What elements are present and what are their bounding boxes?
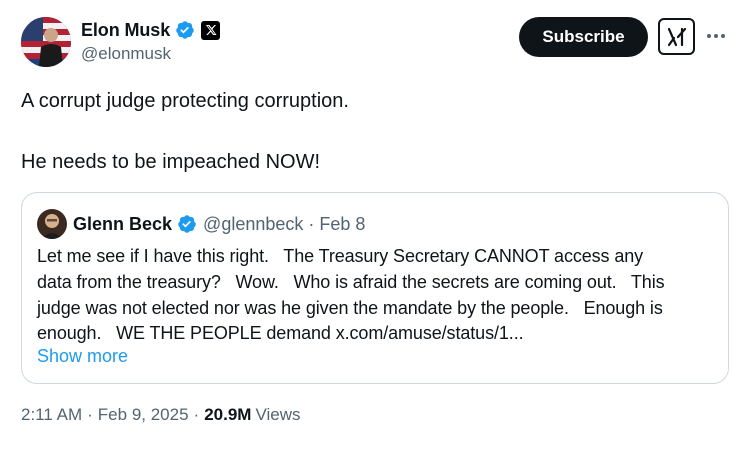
meta-separator: · (87, 405, 93, 424)
verified-badge-icon (177, 214, 197, 234)
tweet-text-line: A corrupt judge protecting corruption. (21, 90, 349, 112)
x-logo-icon[interactable] (201, 20, 221, 40)
show-more-link[interactable]: Show more (37, 346, 128, 367)
quoted-tweet[interactable]: Glenn Beck @glennbeck · Feb 8 Let me see… (21, 192, 729, 384)
meta-separator: · (193, 405, 200, 424)
tweet-date[interactable]: Feb 9, 2025 (98, 405, 189, 425)
verified-badge-icon (175, 20, 195, 40)
subscribe-button[interactable]: Subscribe (519, 17, 648, 57)
quote-text-line: judge was not elected nor was he given t… (37, 298, 663, 318)
quote-author-handle: @glennbeck (203, 213, 304, 234)
quote-separator: · (308, 213, 315, 234)
quote-header: Glenn Beck @glennbeck · Feb 8 (73, 212, 365, 236)
tweet-text-line: He needs to be impeached NOW! (21, 151, 321, 173)
quote-text-line: Let me see if I have this right. The Tre… (37, 246, 644, 266)
quote-author-name: Glenn Beck (73, 213, 173, 234)
quote-date: Feb 8 (319, 213, 366, 234)
quote-author-avatar (37, 209, 67, 239)
quote-text-line: data from the treasury? Wow. Who is afra… (37, 272, 665, 292)
grok-icon[interactable] (658, 18, 695, 55)
author-avatar[interactable] (21, 17, 71, 67)
author-display-name[interactable]: Elon Musk (81, 20, 170, 41)
author-name-row: Elon Musk (81, 18, 221, 42)
views-count[interactable]: 20.9M (204, 405, 251, 425)
tweet-time[interactable]: 2:11 AM (21, 405, 82, 425)
quote-text-line: enough. WE THE PEOPLE demand x.com/amuse… (37, 323, 524, 343)
tweet: Elon Musk @elonmusk Subscribe A corrupt … (0, 0, 751, 450)
author-handle[interactable]: @elonmusk (81, 44, 171, 64)
views-label: Views (255, 405, 301, 424)
tweet-meta: 2:11 AM · Feb 9, 2025 · 20.9M Views (21, 405, 301, 425)
more-icon[interactable] (704, 22, 728, 50)
